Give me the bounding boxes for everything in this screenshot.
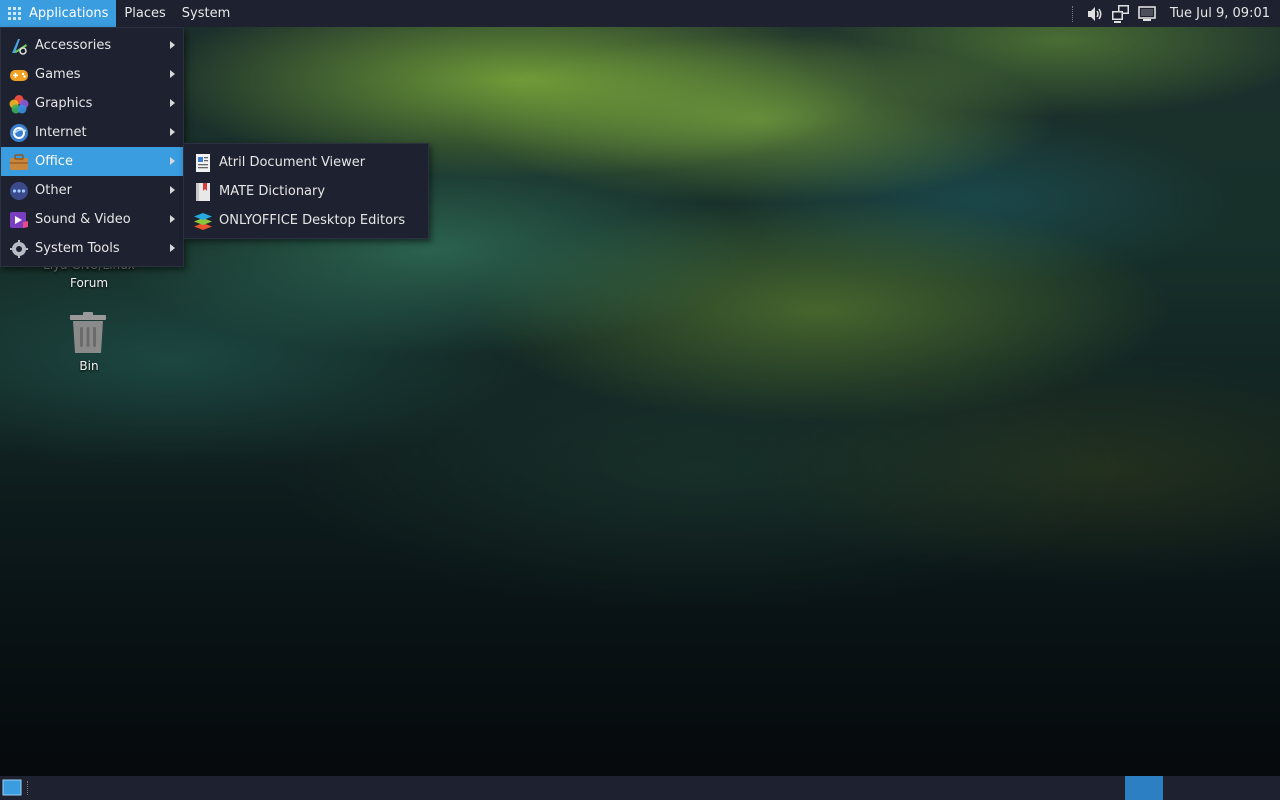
other-icon: [8, 180, 30, 202]
forum-label[interactable]: Forum: [29, 276, 149, 290]
system-menu-button[interactable]: System: [174, 0, 238, 27]
submenu-arrow-icon: [170, 244, 175, 252]
places-label: Places: [124, 6, 166, 21]
submenu-item-label: ONLYOFFICE Desktop Editors: [219, 213, 406, 228]
menu-item-label: Sound & Video: [35, 212, 131, 227]
applications-label: Applications: [29, 6, 109, 21]
show-desktop-icon[interactable]: [2, 779, 22, 797]
display-icon[interactable]: [1137, 4, 1157, 24]
applications-grid-icon: [8, 6, 22, 21]
submenu-item-atril[interactable]: Atril Document Viewer: [184, 148, 428, 177]
applications-menu-button[interactable]: Applications: [0, 0, 117, 27]
office-icon: [8, 151, 30, 173]
system-label: System: [181, 6, 231, 21]
menu-item-other[interactable]: Other: [1, 176, 183, 205]
top-panel: Applications Places System Tue Jul 9, 09…: [0, 0, 1280, 27]
system-tools-icon: [8, 238, 30, 260]
bottom-panel: [0, 776, 1280, 800]
menu-item-label: System Tools: [35, 241, 120, 256]
submenu-item-label: MATE Dictionary: [219, 184, 326, 199]
submenu-arrow-icon: [170, 70, 175, 78]
accessories-icon: [8, 35, 30, 57]
bin-label[interactable]: Bin: [29, 359, 149, 373]
bottom-panel-separator: [27, 781, 29, 795]
submenu-arrow-icon: [170, 157, 175, 165]
system-tray: Tue Jul 9, 09:01: [1071, 0, 1280, 27]
sound-video-icon: [8, 209, 30, 231]
submenu-item-label: Atril Document Viewer: [219, 155, 366, 170]
trash-icon[interactable]: [69, 312, 107, 354]
volume-icon[interactable]: [1085, 4, 1105, 24]
menu-item-sound-video[interactable]: Sound & Video: [1, 205, 183, 234]
menu-item-games[interactable]: Games: [1, 60, 183, 89]
network-icon[interactable]: [1111, 4, 1131, 24]
menu-item-label: Office: [35, 154, 73, 169]
workspace-switcher[interactable]: [1125, 776, 1163, 800]
submenu-arrow-icon: [170, 215, 175, 223]
applications-menu: Accessories Games Graphics Internet Offi…: [0, 27, 184, 267]
menu-item-system-tools[interactable]: System Tools: [1, 234, 183, 263]
menu-item-label: Other: [35, 183, 72, 198]
onlyoffice-icon: [192, 210, 214, 232]
menu-item-label: Games: [35, 67, 81, 82]
menu-item-accessories[interactable]: Accessories: [1, 31, 183, 60]
atril-icon: [192, 152, 214, 174]
submenu-arrow-icon: [170, 186, 175, 194]
internet-icon: [8, 122, 30, 144]
submenu-arrow-icon: [170, 41, 175, 49]
submenu-arrow-icon: [170, 99, 175, 107]
panel-separator: [1071, 5, 1074, 22]
submenu-item-mate-dictionary[interactable]: MATE Dictionary: [184, 177, 428, 206]
places-menu-button[interactable]: Places: [116, 0, 173, 27]
menu-item-internet[interactable]: Internet: [1, 118, 183, 147]
menu-item-graphics[interactable]: Graphics: [1, 89, 183, 118]
games-icon: [8, 64, 30, 86]
menu-item-label: Accessories: [35, 38, 112, 53]
clock[interactable]: Tue Jul 9, 09:01: [1170, 6, 1270, 21]
dictionary-icon: [192, 181, 214, 203]
menu-item-office[interactable]: Office: [1, 147, 183, 176]
office-submenu: Atril Document Viewer MATE Dictionary ON…: [183, 143, 429, 239]
menu-item-label: Graphics: [35, 96, 93, 111]
submenu-item-onlyoffice[interactable]: ONLYOFFICE Desktop Editors: [184, 206, 428, 235]
graphics-icon: [8, 93, 30, 115]
menu-item-label: Internet: [35, 125, 87, 140]
submenu-arrow-icon: [170, 128, 175, 136]
